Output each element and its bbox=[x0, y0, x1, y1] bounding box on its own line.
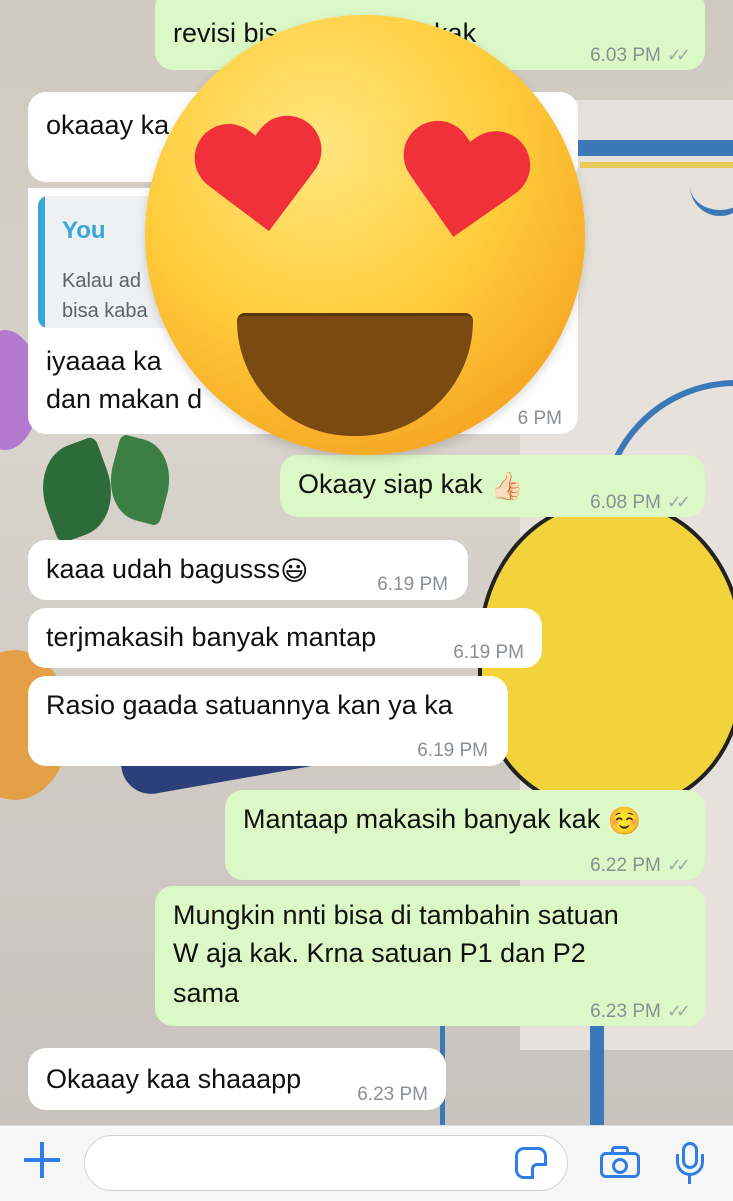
heart-eye-right bbox=[392, 118, 532, 258]
message-time: 6.22 PM ✓✓ bbox=[590, 855, 691, 876]
sticker-icon[interactable] bbox=[515, 1147, 547, 1179]
message-time: 6.08 PM ✓✓ bbox=[590, 492, 691, 513]
quote-text: bisa kaba bbox=[62, 300, 148, 322]
heart-eye-left bbox=[194, 114, 331, 251]
message-time: 6.19 PM bbox=[417, 740, 488, 761]
message-bubble-incoming[interactable]: Okaaay kaa shaaapp 6.23 PM bbox=[28, 1048, 446, 1110]
read-receipt-icon: ✓✓ bbox=[666, 45, 691, 65]
message-text: Mungkin nnti bisa di tambahin satuan bbox=[173, 900, 619, 930]
message-text: iyaaaa ka bbox=[46, 346, 162, 376]
message-text: Rasio gaada satuannya kan ya ka bbox=[46, 690, 453, 720]
emoji-mouth bbox=[237, 313, 473, 436]
smiling-emoji-icon: ☺️ bbox=[607, 805, 642, 836]
plus-icon[interactable] bbox=[22, 1140, 62, 1180]
message-bubble-outgoing[interactable]: Okaay siap kak 👍🏻 6.08 PM ✓✓ bbox=[280, 455, 705, 517]
message-text: terjmakasih banyak mantap bbox=[46, 622, 377, 652]
message-time: 6.23 PM ✓✓ bbox=[590, 1001, 691, 1022]
message-time: 6.23 PM bbox=[357, 1084, 428, 1105]
wallpaper-shape bbox=[440, 1015, 585, 1125]
wallpaper-leaf bbox=[100, 433, 180, 527]
message-bubble-outgoing[interactable]: Mantaap makasih banyak kak ☺️ 6.22 PM ✓✓ bbox=[225, 790, 705, 880]
read-receipt-icon: ✓✓ bbox=[666, 1001, 691, 1021]
message-text: dan makan d bbox=[46, 384, 203, 414]
message-input-bar bbox=[0, 1125, 733, 1201]
wallpaper-shape bbox=[580, 162, 733, 168]
message-bubble-incoming[interactable]: Rasio gaada satuannya kan ya ka 6.19 PM bbox=[28, 676, 508, 766]
heart-eyes-emoji-icon bbox=[145, 15, 585, 455]
read-receipt-icon: ✓✓ bbox=[666, 492, 691, 512]
microphone-icon[interactable] bbox=[675, 1142, 705, 1184]
smiley-emoji-icon: 😃 bbox=[280, 555, 309, 586]
message-bubble-outgoing[interactable]: Mungkin nnti bisa di tambahin satuan W a… bbox=[155, 886, 705, 1026]
message-text: Okaaay kaa shaaapp bbox=[46, 1064, 302, 1094]
thumbs-up-emoji-icon: 👍🏻 bbox=[490, 470, 524, 501]
wallpaper-shape bbox=[590, 1020, 604, 1125]
wallpaper-shape bbox=[570, 140, 733, 156]
camera-icon[interactable] bbox=[600, 1146, 640, 1178]
message-bubble-incoming[interactable]: kaaa udah bagusss😃 6.19 PM bbox=[28, 540, 468, 600]
message-time: 6.03 PM ✓✓ bbox=[590, 45, 691, 66]
message-text: sama bbox=[173, 978, 240, 1008]
message-input[interactable] bbox=[84, 1135, 568, 1191]
message-text: W aja kak. Krna satuan P1 dan P2 bbox=[173, 938, 586, 968]
message-time: 6.19 PM bbox=[453, 642, 524, 663]
message-text: kaaa udah bagusss😃 bbox=[46, 550, 308, 590]
message-time: 6.19 PM bbox=[377, 574, 448, 595]
message-bubble-incoming[interactable]: terjmakasih banyak mantap 6.19 PM bbox=[28, 608, 542, 668]
message-text: Mantaap makasih banyak kak ☺️ bbox=[243, 800, 641, 840]
read-receipt-icon: ✓✓ bbox=[666, 855, 691, 875]
message-time: 6 PM bbox=[517, 408, 562, 429]
quote-accent-bar bbox=[38, 196, 45, 328]
quote-author: You bbox=[62, 217, 106, 244]
message-text: Okaay siap kak 👍🏻 bbox=[298, 465, 524, 505]
